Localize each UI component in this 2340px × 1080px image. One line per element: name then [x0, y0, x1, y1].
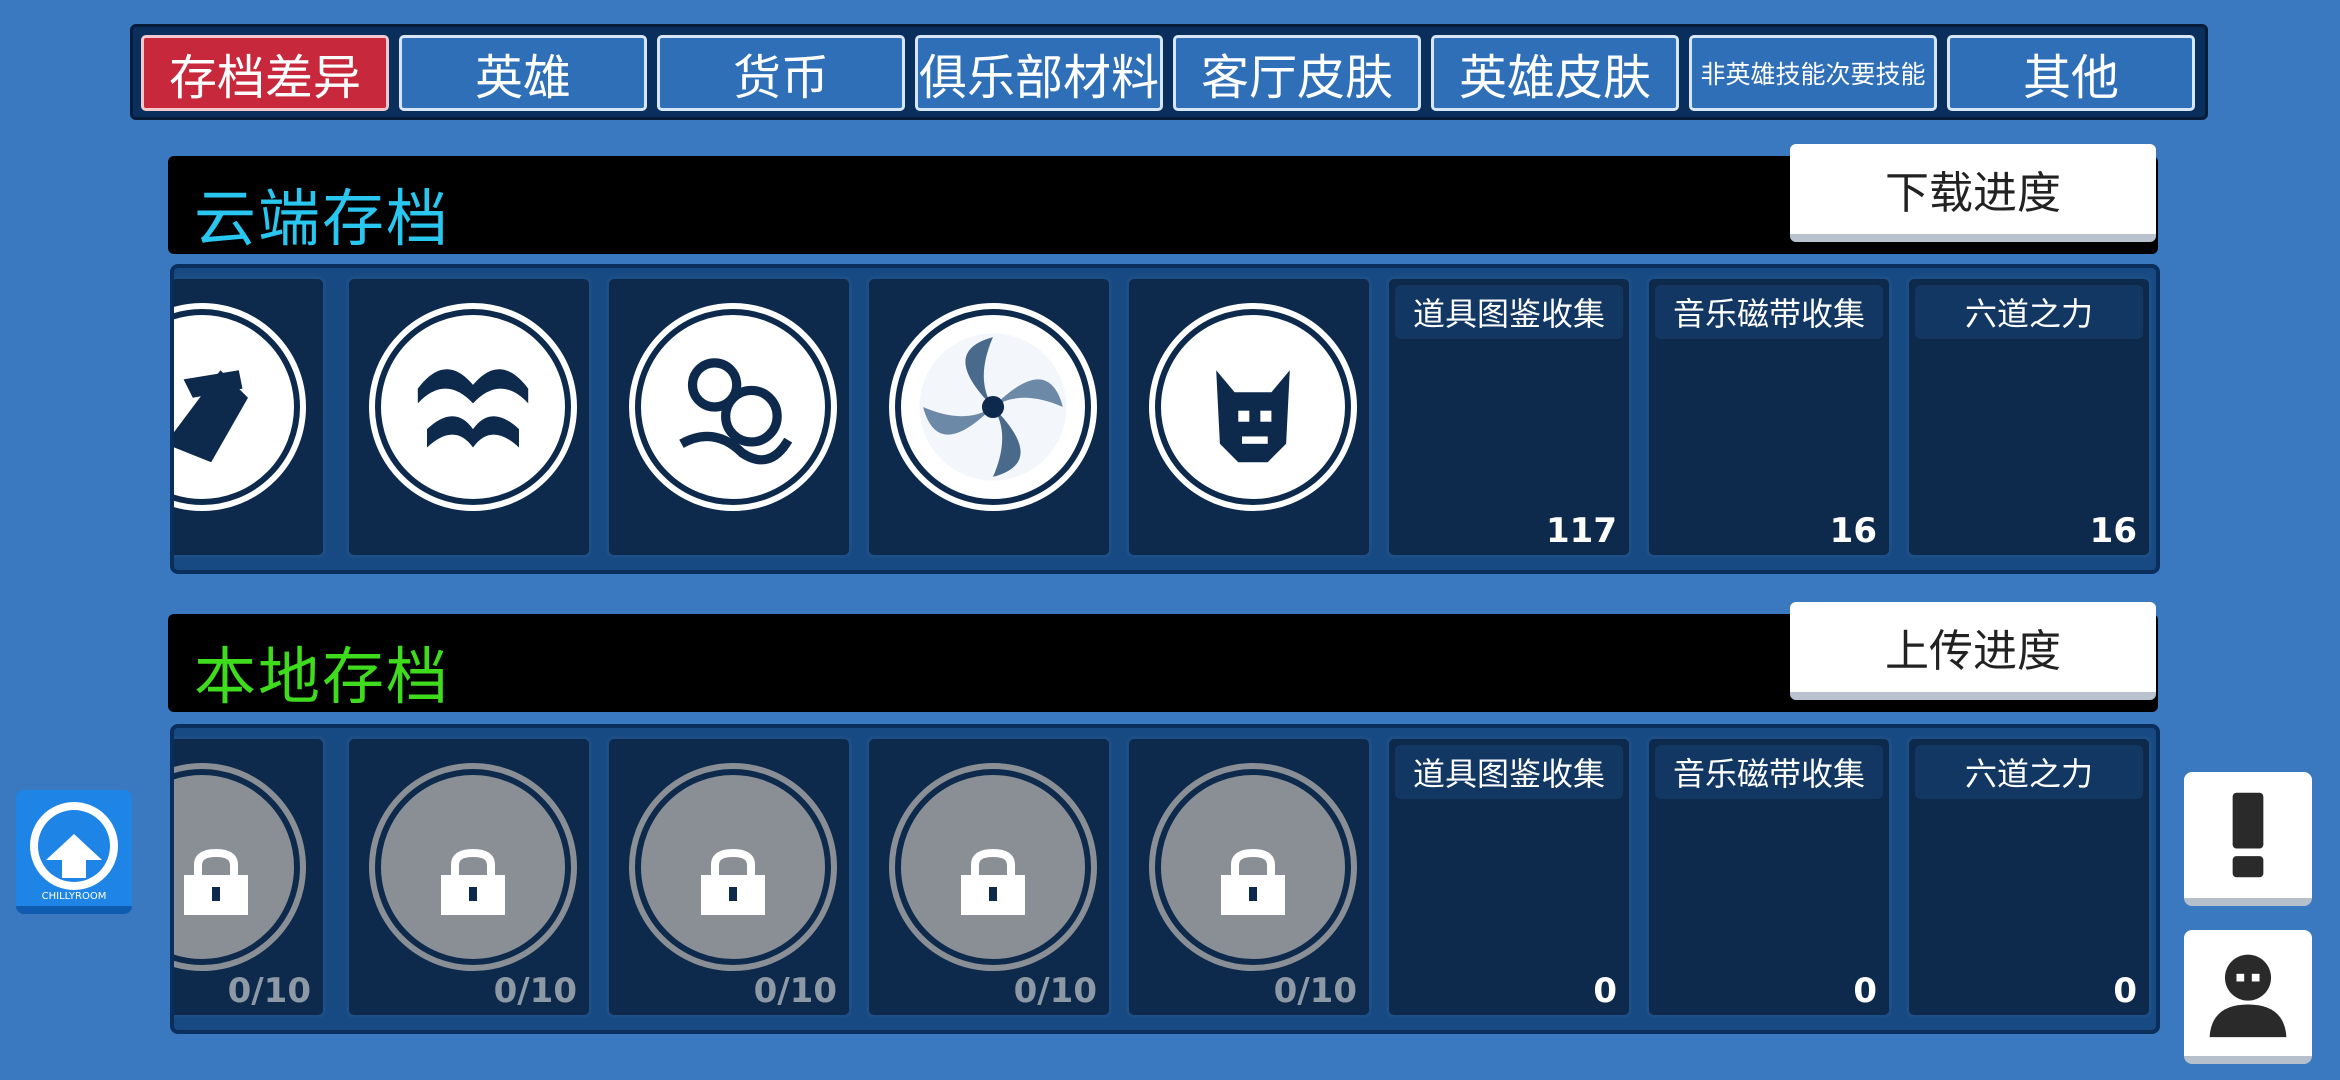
emblem-progress: 0/10: [493, 971, 577, 1011]
lock-icon: [441, 849, 505, 915]
tab-bar: 存档差异 英雄 货币 俱乐部材料 客厅皮肤 英雄皮肤 非英雄技能次要技能 其他: [130, 24, 2208, 120]
stat-label: 音乐磁带收集: [1655, 745, 1883, 799]
stat-label: 道具图鉴收集: [1395, 285, 1623, 339]
cloud-emblem-card[interactable]: [1126, 276, 1372, 558]
tab-hero-skins[interactable]: 英雄皮肤: [1431, 35, 1679, 111]
stat-value: 16: [1829, 511, 1877, 551]
local-emblem-card[interactable]: 0/10: [174, 736, 326, 1018]
stat-value: 0: [1853, 971, 1877, 1011]
tab-club-materials[interactable]: 俱乐部材料: [915, 35, 1163, 111]
local-emblem-card[interactable]: 0/10: [866, 736, 1112, 1018]
stat-value: 0: [1593, 971, 1617, 1011]
tab-heroes[interactable]: 英雄: [399, 35, 647, 111]
download-progress-button[interactable]: 下载进度: [1790, 144, 2156, 242]
cloud-emblem-card[interactable]: [174, 276, 326, 558]
lock-icon: [1221, 849, 1285, 915]
demon-emblem-icon: [1149, 303, 1357, 511]
upload-progress-button[interactable]: 上传进度: [1790, 602, 2156, 700]
profile-icon: [2209, 954, 2287, 1038]
local-save-header: 本地存档 上传进度: [168, 602, 2158, 713]
local-emblem-card[interactable]: 0/10: [1126, 736, 1372, 1018]
cloud-emblem-card[interactable]: [606, 276, 852, 558]
music-tape-card: 音乐磁带收集 16: [1646, 276, 1892, 558]
cloud-emblem-card[interactable]: [346, 276, 592, 558]
cloud-emblem-card[interactable]: [866, 276, 1112, 558]
cloud-save-title: 云端存档: [194, 182, 451, 255]
music-tape-card: 音乐磁带收集 0: [1646, 736, 1892, 1018]
stat-label: 六道之力: [1915, 285, 2143, 339]
stat-value: 16: [2089, 511, 2137, 551]
cloud-emblem-icon: [629, 303, 837, 511]
local-save-title: 本地存档: [194, 640, 451, 713]
lock-icon: [961, 849, 1025, 915]
lock-icon: [184, 849, 248, 915]
wave-emblem-icon: [369, 303, 577, 511]
item-collection-card: 道具图鉴收集 0: [1386, 736, 1632, 1018]
stat-value: 117: [1546, 511, 1617, 551]
emblem-progress: 0/10: [227, 971, 311, 1011]
logo-text: CHILLYROOM: [41, 891, 107, 902]
tab-lobby-skins[interactable]: 客厅皮肤: [1173, 35, 1421, 111]
stat-value: 0: [2113, 971, 2137, 1011]
emblem-progress: 0/10: [1013, 971, 1097, 1011]
notice-button[interactable]: [2184, 772, 2312, 906]
stat-label: 六道之力: [1915, 745, 2143, 799]
tab-currency[interactable]: 货币: [657, 35, 905, 111]
local-emblem-card[interactable]: 0/10: [346, 736, 592, 1018]
chillyroom-logo-icon: [30, 802, 118, 890]
profile-button[interactable]: [2184, 930, 2312, 1064]
item-collection-card: 道具图鉴收集 117: [1386, 276, 1632, 558]
tab-other[interactable]: 其他: [1947, 35, 2195, 111]
emblem-progress: 0/10: [753, 971, 837, 1011]
stat-label: 音乐磁带收集: [1655, 285, 1883, 339]
lock-icon: [701, 849, 765, 915]
local-save-panel: 0/10 0/10 0/10 0/10 0/10 道具图鉴收集 0 音乐磁带收集…: [170, 724, 2160, 1034]
cloud-save-panel: 道具图鉴收集 117 音乐磁带收集 16 六道之力 16: [170, 264, 2160, 574]
local-emblem-card[interactable]: 0/10: [606, 736, 852, 1018]
stat-label: 道具图鉴收集: [1395, 745, 1623, 799]
emblem-progress: 0/10: [1273, 971, 1357, 1011]
exclamation-icon: [2232, 792, 2264, 878]
cloud-save-header: 云端存档 下载进度: [168, 144, 2158, 255]
warrior-emblem-icon: [174, 303, 306, 511]
vortex-emblem-icon: [889, 303, 1097, 511]
six-path-card: 六道之力 16: [1906, 276, 2152, 558]
tab-non-hero-skills[interactable]: 非英雄技能次要技能: [1689, 35, 1937, 111]
six-path-card: 六道之力 0: [1906, 736, 2152, 1018]
chillyroom-logo-button[interactable]: CHILLYROOM: [16, 790, 132, 914]
tab-save-diff[interactable]: 存档差异: [141, 35, 389, 111]
